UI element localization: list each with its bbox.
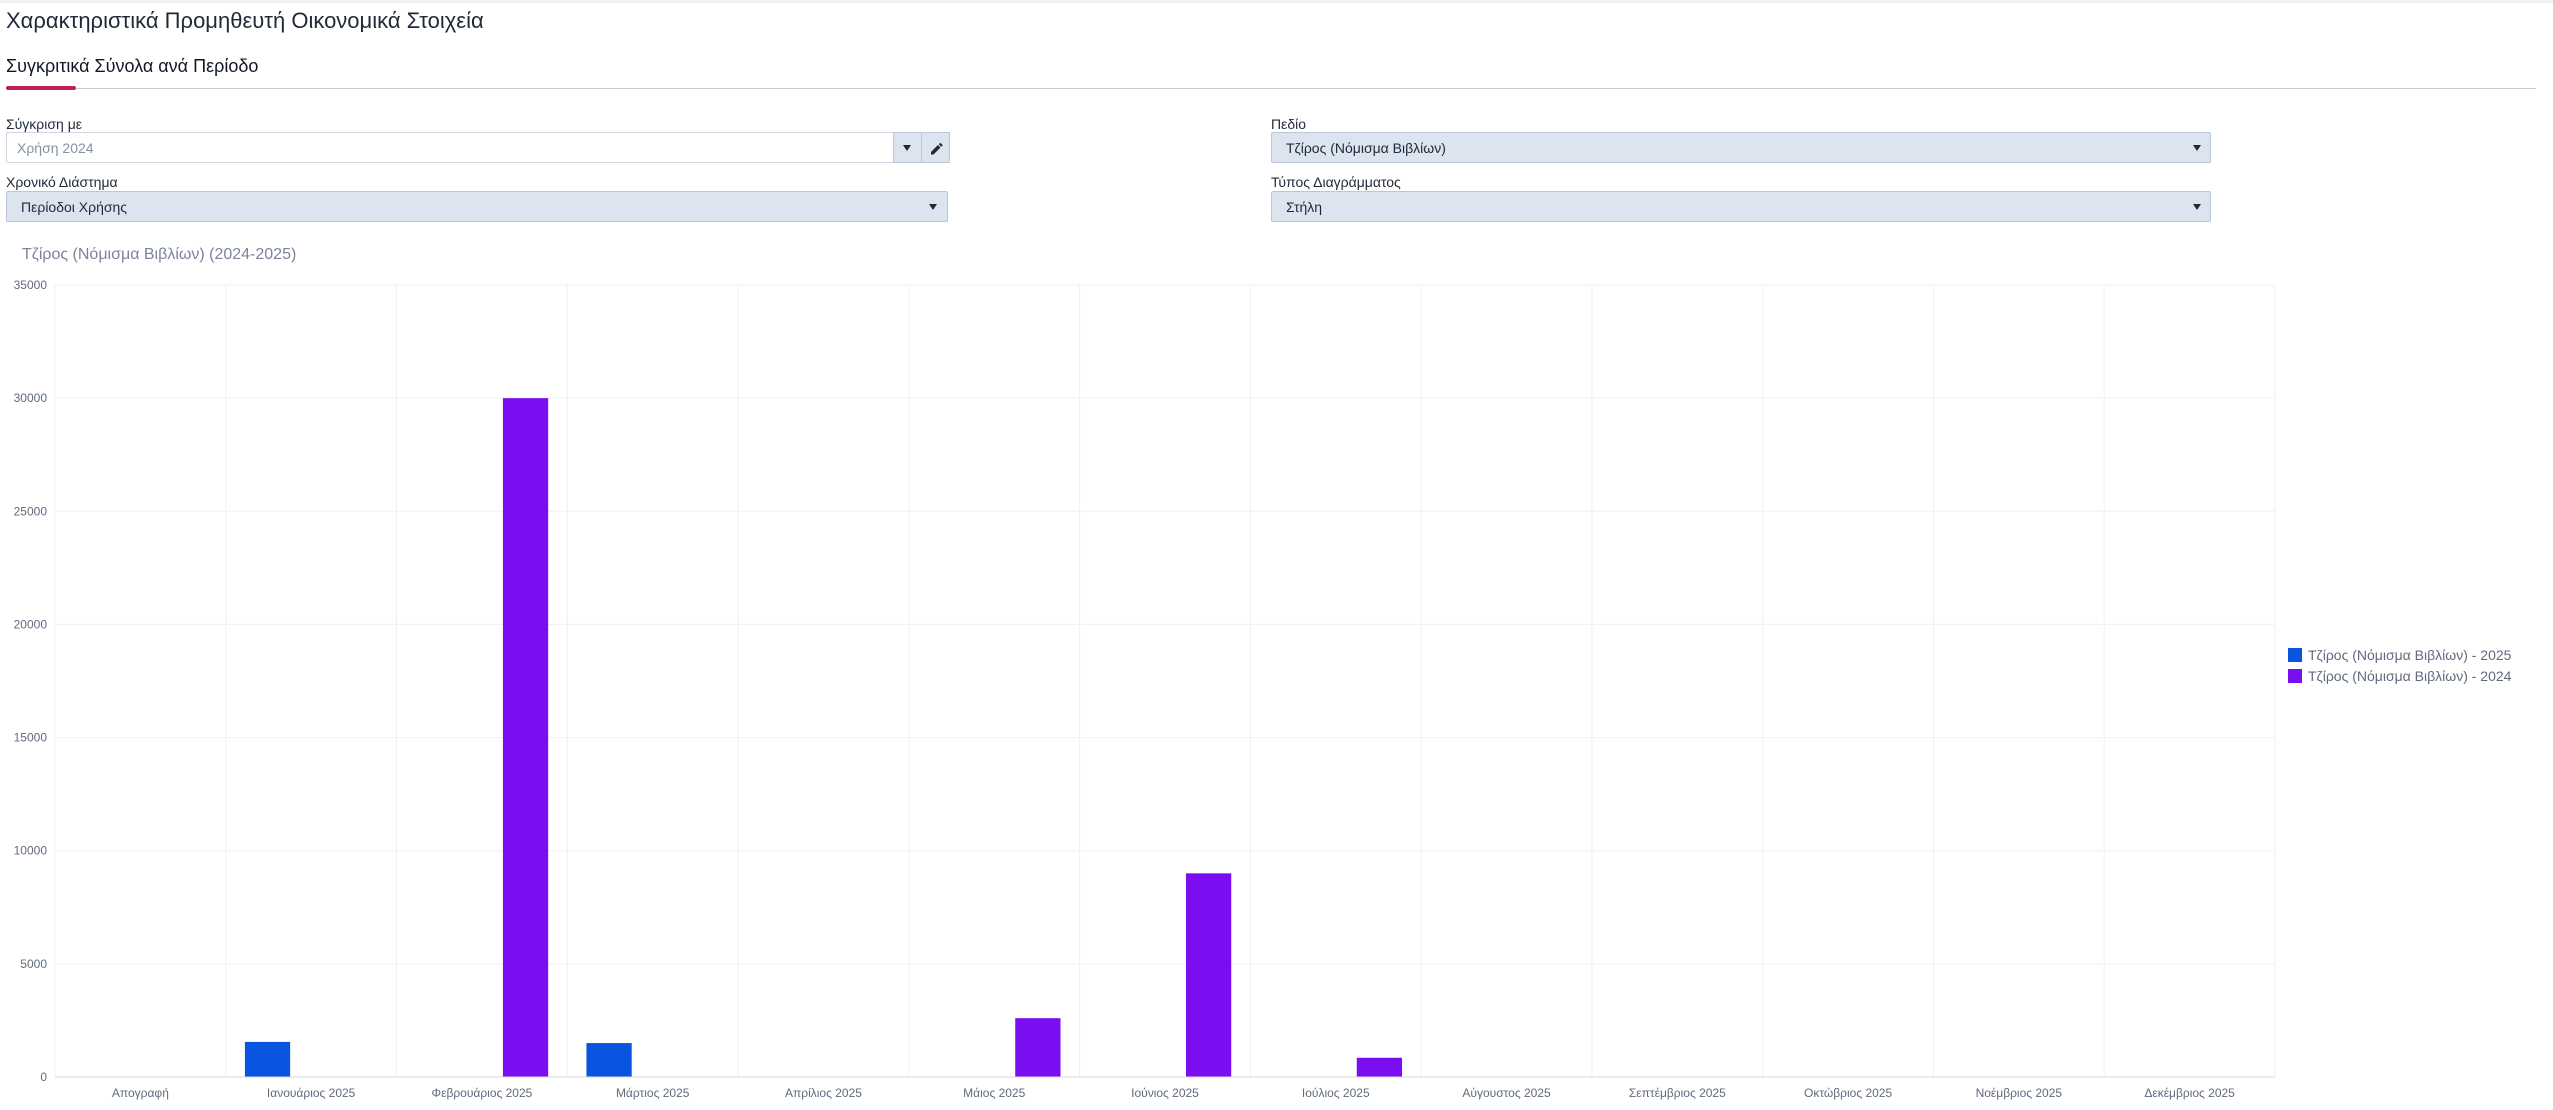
compare-with-dropdown-button[interactable] <box>893 132 922 163</box>
x-tick-label: Αύγουστος 2025 <box>1462 1086 1551 1100</box>
tabs-divider <box>6 88 2536 89</box>
chevron-down-icon <box>2193 145 2201 151</box>
y-tick-label: 20000 <box>14 617 48 631</box>
bar <box>1356 1057 1403 1077</box>
active-tab-indicator <box>6 86 76 90</box>
chart-type-label: Τύπος Διαγράμματος <box>1271 174 1401 190</box>
period-value: Περίοδοι Χρήσης <box>21 199 128 215</box>
bar <box>502 398 549 1078</box>
page-title: Χαρακτηριστικά Προμηθευτή Οικονομικά Στο… <box>6 8 484 33</box>
bar <box>1186 873 1232 1077</box>
y-tick-label: 15000 <box>14 731 48 745</box>
x-tick-label: Απογραφή <box>112 1086 169 1100</box>
period-label: Χρονικό Διάστημα <box>6 174 118 190</box>
bar <box>586 1043 632 1077</box>
y-tick-label: 10000 <box>14 844 48 858</box>
chart-title: Τζίρος (Νόμισμα Βιβλίων) (2024-2025) <box>22 246 297 263</box>
bar <box>1015 1018 1061 1077</box>
legend-swatch <box>2288 669 2302 683</box>
column-chart: 0 5000 10000 15000 20000 25000 30000 35000 Απογρ… <box>14 278 2512 1100</box>
x-tick-label: Μάιος 2025 <box>963 1086 1025 1100</box>
chevron-down-icon <box>903 145 911 151</box>
chart-type-select[interactable]: Στήλη <box>1271 191 2211 222</box>
y-tick-label: 30000 <box>14 391 48 405</box>
x-tick-label: Ιούνιος 2025 <box>1131 1086 1199 1100</box>
chevron-down-icon <box>929 204 937 210</box>
field-value: Τζίρος (Νόμισμα Βιβλίων) <box>1286 140 1446 156</box>
y-tick-label: 35000 <box>14 278 48 292</box>
legend-label: Τζίρος (Νόμισμα Βιβλίων) - 2024 <box>2308 668 2512 684</box>
compare-with-edit-button[interactable] <box>921 132 950 163</box>
legend-label: Τζίρος (Νόμισμα Βιβλίων) - 2025 <box>2308 647 2512 663</box>
x-tick-label: Φεβρουάριος 2025 <box>432 1086 533 1100</box>
y-tick-label: 25000 <box>14 504 48 518</box>
x-tick-label: Ιούλιος 2025 <box>1302 1086 1370 1100</box>
x-tick-label: Απρίλιος 2025 <box>785 1086 862 1100</box>
period-select[interactable]: Περίοδοι Χρήσης <box>6 191 948 222</box>
pencil-icon <box>931 142 943 155</box>
field-label: Πεδίο <box>1271 116 1307 132</box>
compare-with-label: Σύγκριση με <box>6 116 83 132</box>
compare-with-field[interactable]: Χρήση 2024 <box>6 132 950 163</box>
x-tick-label: Σεπτέμβριος 2025 <box>1629 1086 1726 1100</box>
y-tick-label: 0 <box>40 1070 47 1084</box>
top-strip <box>0 0 2553 3</box>
bar <box>244 1041 291 1077</box>
y-tick-label: 5000 <box>20 957 47 971</box>
legend-swatch <box>2288 648 2302 662</box>
x-tick-label: Νοέμβριος 2025 <box>1976 1086 2063 1100</box>
x-tick-label: Ιανουάριος 2025 <box>267 1086 356 1100</box>
x-tick-label: Μάρτιος 2025 <box>616 1086 690 1100</box>
x-tick-label: Δεκέμβριος 2025 <box>2144 1086 2235 1100</box>
tabs-bar: Συγκριτικά Σύνολα ανά Περίοδο <box>6 50 2536 94</box>
chart-type-value: Στήλη <box>1286 199 1323 215</box>
field-select[interactable]: Τζίρος (Νόμισμα Βιβλίων) <box>1271 132 2211 163</box>
x-tick-label: Οκτώβριος 2025 <box>1804 1086 1892 1100</box>
compare-with-value: Χρήση 2024 <box>17 140 94 156</box>
tab-comparative-totals[interactable]: Συγκριτικά Σύνολα ανά Περίοδο <box>6 56 258 77</box>
chevron-down-icon <box>2193 204 2201 210</box>
